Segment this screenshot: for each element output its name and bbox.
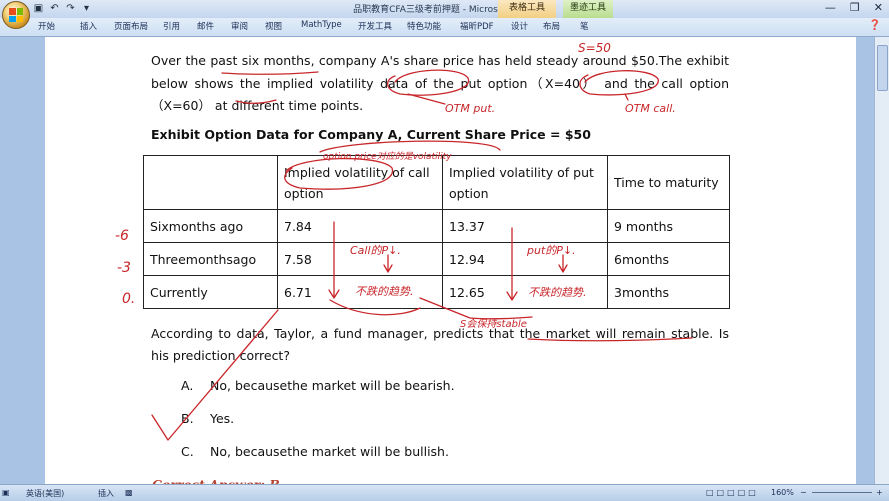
table-cell[interactable]: 7.84	[277, 209, 443, 243]
zoom-in-icon[interactable]: +	[876, 488, 883, 497]
tab-features[interactable]: 特色功能	[407, 20, 460, 32]
table-cell[interactable]: 12.94	[442, 242, 608, 276]
tab-insert[interactable]: 插入	[80, 20, 114, 32]
table-row: Currently 6.71 12.65 3months	[143, 275, 730, 309]
vertical-scrollbar[interactable]	[874, 37, 889, 484]
answer-option-a[interactable]: A. No, becausethe market will be bearish.	[181, 378, 455, 393]
table-cell[interactable]: 3months	[607, 275, 730, 309]
table-header-row: Implied volatility of call option Implie…	[143, 155, 730, 210]
scroll-thumb[interactable]	[877, 45, 888, 91]
status-bar: ▣ 英语(美国) 插入 ▩ □□□□□ 160% − +	[0, 484, 889, 501]
tab-view[interactable]: 视图	[265, 20, 301, 32]
title-bar: ▣ ↶ ↷ ▾ 品职教育CFA三级考前押题 - Microsoft Word 表…	[0, 0, 889, 29]
view-buttons[interactable]: □□□□□	[706, 488, 759, 497]
option-label: A.	[181, 378, 194, 393]
table-row: Threemonthsago 7.58 12.94 6months	[143, 242, 730, 276]
tab-pen[interactable]: 笔	[580, 20, 600, 32]
window-title: 品职教育CFA三级考前押题 - Microsoft Word	[353, 5, 536, 15]
table-cell[interactable]: 6.71	[277, 275, 443, 309]
option-label: B.	[181, 411, 194, 426]
intro-paragraph[interactable]: Over the past six months, company A's sh…	[151, 50, 729, 118]
language-indicator[interactable]: 英语(美国)	[26, 488, 64, 499]
macro-icon[interactable]: ▩	[125, 488, 133, 497]
option-text: No, becausethe market will be bearish.	[210, 378, 455, 393]
table-header-cell[interactable]: Implied volatility of call option	[277, 155, 443, 210]
status-icon[interactable]: ▣	[2, 488, 10, 497]
question-paragraph[interactable]: According to data, Taylor, a fund manage…	[151, 323, 729, 366]
tab-developer[interactable]: 开发工具	[358, 20, 407, 32]
zoom-level[interactable]: 160%	[771, 488, 794, 497]
zoom-slider[interactable]	[812, 492, 872, 493]
option-data-table[interactable]: Implied volatility of call option Implie…	[143, 155, 730, 309]
insert-mode-indicator[interactable]: 插入	[98, 488, 114, 499]
tab-layout[interactable]: 布局	[543, 20, 580, 32]
table-header-cell[interactable]: Time to maturity	[607, 155, 730, 210]
office-button[interactable]	[2, 1, 30, 29]
table-cell[interactable]: Threemonthsago	[143, 242, 278, 276]
table-cell[interactable]: Currently	[143, 275, 278, 309]
table-row: Sixmonths ago 7.84 13.37 9 months	[143, 209, 730, 243]
tab-references[interactable]: 引用	[163, 20, 197, 32]
table-cell[interactable]: 13.37	[442, 209, 608, 243]
office-logo-icon	[9, 8, 23, 22]
tab-ink-tools[interactable]: 墨迹工具	[563, 0, 613, 18]
close-icon[interactable]: ✕	[874, 1, 883, 14]
tab-review[interactable]: 审阅	[231, 20, 265, 32]
zoom-out-icon[interactable]: −	[800, 488, 807, 497]
answer-option-b[interactable]: B. Yes.	[181, 411, 234, 426]
table-cell[interactable]: 12.65	[442, 275, 608, 309]
exhibit-title[interactable]: Exhibit Option Data for Company A, Curre…	[151, 127, 591, 142]
tab-mailings[interactable]: 邮件	[197, 20, 231, 32]
table-cell[interactable]: Sixmonths ago	[143, 209, 278, 243]
ribbon: 开始 插入 页面布局 引用 邮件 审阅 视图 MathType 开发工具 特色功…	[0, 18, 889, 37]
table-cell[interactable]: 6months	[607, 242, 730, 276]
tab-design[interactable]: 设计	[511, 20, 543, 32]
option-text: Yes.	[210, 411, 235, 426]
option-text: No, becausethe market will be bullish.	[210, 444, 449, 459]
restore-icon[interactable]: ❐	[850, 1, 860, 14]
table-cell[interactable]: 9 months	[607, 209, 730, 243]
option-label: C.	[181, 444, 194, 459]
table-header-cell[interactable]	[143, 155, 278, 210]
ribbon-tabs: 开始 插入 页面布局 引用 邮件 审阅 视图 MathType 开发工具 特色功…	[38, 20, 600, 32]
tab-home[interactable]: 开始	[38, 20, 80, 32]
help-icon[interactable]: ❓	[869, 20, 881, 31]
minimize-icon[interactable]: —	[825, 1, 836, 14]
window-controls: — ❐ ✕	[825, 1, 883, 14]
table-cell[interactable]: 7.58	[277, 242, 443, 276]
tab-page-layout[interactable]: 页面布局	[114, 20, 163, 32]
table-header-cell[interactable]: Implied volatility of put option	[442, 155, 608, 210]
answer-option-c[interactable]: C. No, becausethe market will be bullish.	[181, 444, 449, 459]
tab-mathtype[interactable]: MathType	[301, 20, 358, 32]
tab-foxit-pdf[interactable]: 福昕PDF	[460, 20, 511, 32]
tab-table-tools[interactable]: 表格工具	[498, 0, 556, 18]
